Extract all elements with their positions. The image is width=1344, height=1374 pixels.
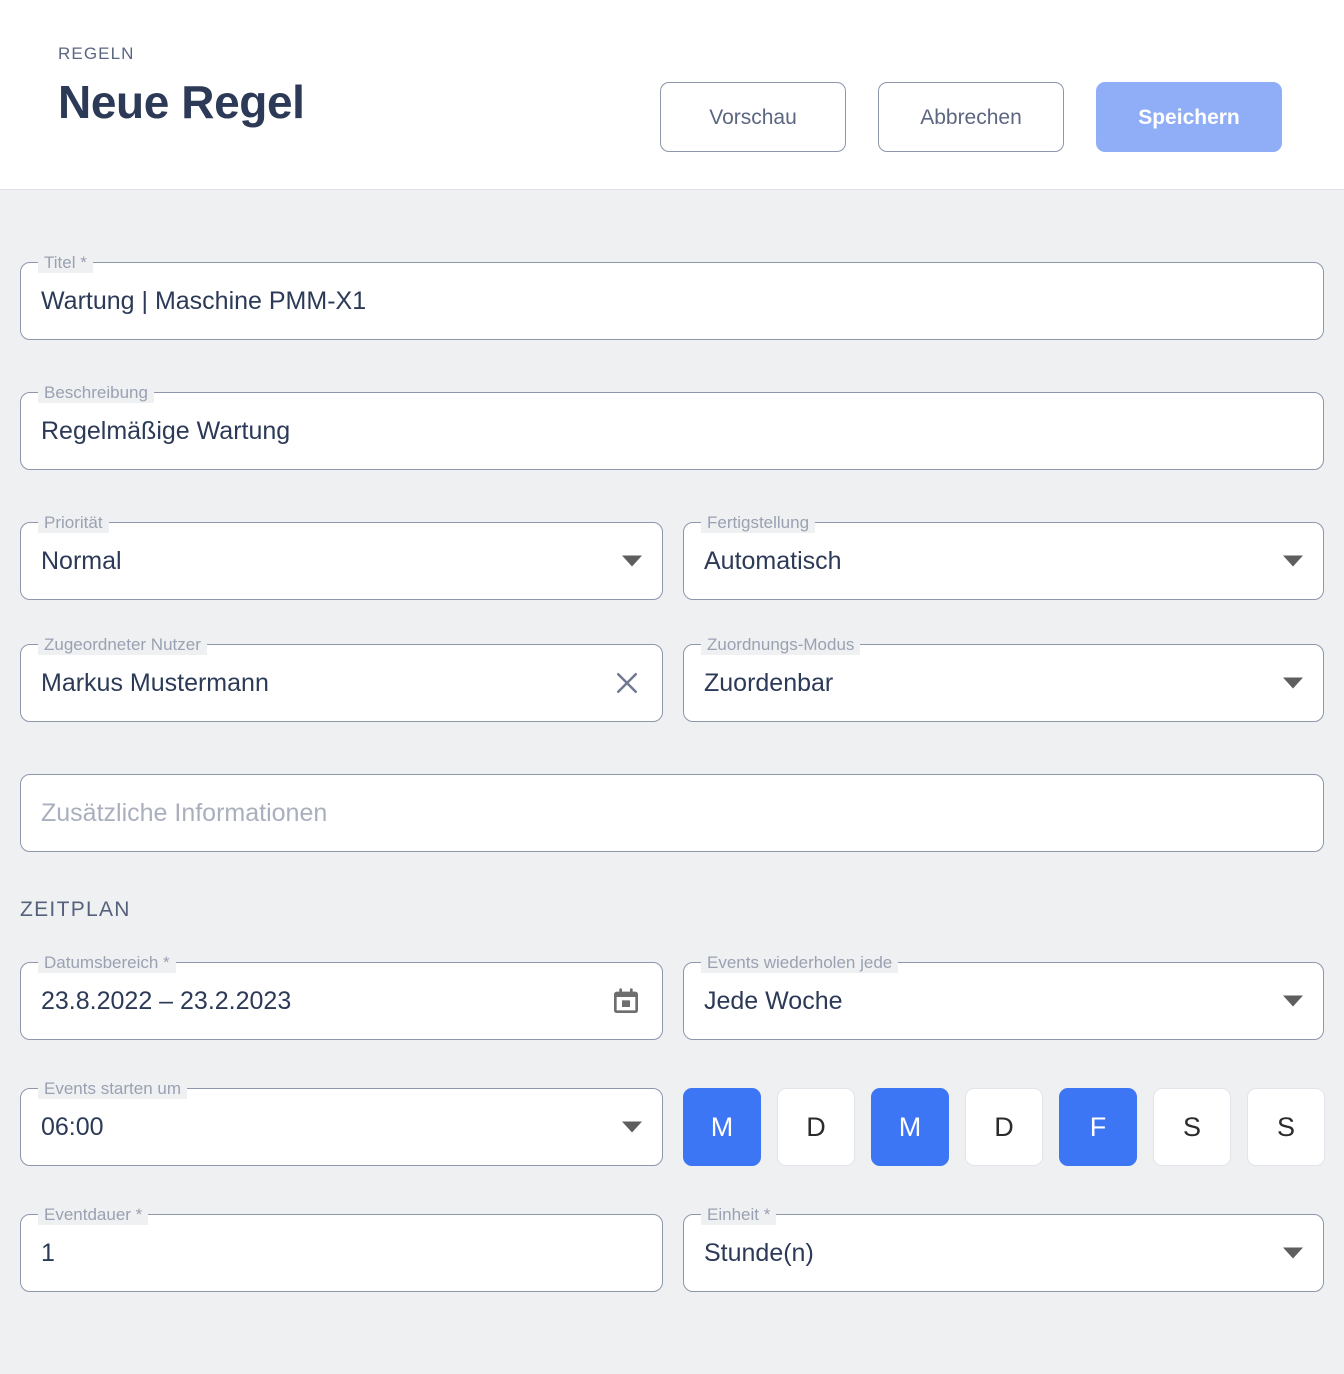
title-field-value: Wartung | Maschine PMM-X1 [41,286,367,315]
weekday-toggle-3[interactable]: D [965,1088,1043,1166]
assignment-mode-field[interactable]: Zuordnungs-Modus Zuordenbar [683,635,1324,722]
start-time-weekday-row: Events starten um 06:00 MDMDFSS [20,1079,1325,1166]
additional-info-field[interactable]: Zusätzliche Informationen [20,774,1324,852]
priority-dropdown-trail [622,555,642,567]
event-duration-field-value: 1 [41,1238,55,1267]
close-icon[interactable] [612,668,642,698]
chevron-down-icon[interactable] [1283,555,1303,567]
completion-field-value: Automatisch [704,546,842,575]
preview-button[interactable]: Vorschau [660,82,846,152]
weekday-toggle-1[interactable]: D [777,1088,855,1166]
completion-field[interactable]: Fertigstellung Automatisch [683,513,1324,600]
assigned-user-field-label: Zugeordneter Nutzer [38,635,207,655]
additional-info-row: Zusätzliche Informationen [20,774,1324,852]
priority-completion-row: Priorität Normal Fertigstellung Automati… [20,513,1324,600]
breadcrumb: REGELN [58,44,135,63]
weekday-toggle-4[interactable]: F [1059,1088,1137,1166]
assigned-user-field-value: Markus Mustermann [41,668,269,697]
date-range-field[interactable]: Datumsbereich * 23.8.2022 – 23.2.2023 [20,953,663,1040]
chevron-down-icon[interactable] [1283,995,1303,1007]
chevron-down-icon[interactable] [622,555,642,567]
description-field-label: Beschreibung [38,383,154,403]
assignment-row: Zugeordneter Nutzer Markus Mustermann Zu… [20,635,1324,722]
weekday-toggle-6[interactable]: S [1247,1088,1325,1166]
date-range-field-value: 23.8.2022 – 23.2.2023 [41,986,292,1015]
chevron-down-icon[interactable] [1283,677,1303,689]
unit-field[interactable]: Einheit * Stunde(n) [683,1205,1324,1292]
weekday-toggle-group: MDMDFSS [683,1088,1325,1166]
assignment-mode-dropdown-trail [1283,677,1303,689]
start-time-field[interactable]: Events starten um 06:00 [20,1079,663,1166]
date-range-field-label: Datumsbereich * [38,953,176,973]
completion-dropdown-trail [1283,555,1303,567]
unit-dropdown-trail [1283,1247,1303,1259]
event-duration-field-label: Eventdauer * [38,1205,149,1225]
completion-field-label: Fertigstellung [701,513,816,533]
assignment-mode-field-value: Zuordenbar [704,668,834,697]
header-actions: Vorschau Abbrechen Speichern [660,82,1282,152]
weekday-toggle-0[interactable]: M [683,1088,761,1166]
chevron-down-icon[interactable] [1283,1247,1303,1259]
event-duration-field[interactable]: Eventdauer * 1 [20,1205,663,1292]
repeat-interval-field-value: Jede Woche [704,986,843,1015]
repeat-interval-field-label: Events wiederholen jede [701,953,899,973]
rule-form: Titel * Wartung | Maschine PMM-X1 Beschr… [0,190,1344,1292]
priority-field[interactable]: Priorität Normal [20,513,663,600]
start-time-field-label: Events starten um [38,1079,188,1099]
repeat-interval-field[interactable]: Events wiederholen jede Jede Woche [683,953,1324,1040]
page-header: REGELN Neue Regel Vorschau Abbrechen Spe… [0,0,1344,190]
description-field[interactable]: Beschreibung Regelmäßige Wartung [20,383,1324,470]
start-time-dropdown-trail [622,1121,642,1133]
start-time-field-value: 06:00 [41,1112,104,1141]
weekday-toggle-5[interactable]: S [1153,1088,1231,1166]
unit-field-value: Stunde(n) [704,1238,814,1267]
description-field-value: Regelmäßige Wartung [41,416,291,445]
cancel-button[interactable]: Abbrechen [878,82,1064,152]
chevron-down-icon[interactable] [622,1121,642,1133]
save-button[interactable]: Speichern [1096,82,1282,152]
date-range-trail [610,985,642,1017]
priority-field-value: Normal [41,546,122,575]
assignment-mode-field-label: Zuordnungs-Modus [701,635,861,655]
additional-info-placeholder: Zusätzliche Informationen [41,798,328,827]
description-row: Beschreibung Regelmäßige Wartung [20,383,1324,470]
weekday-toggle-2[interactable]: M [871,1088,949,1166]
header-title-group: REGELN Neue Regel [58,44,305,127]
title-row: Titel * Wartung | Maschine PMM-X1 [20,253,1324,340]
repeat-interval-dropdown-trail [1283,995,1303,1007]
duration-unit-row: Eventdauer * 1 Einheit * Stunde(n) [20,1205,1324,1292]
priority-field-label: Priorität [38,513,109,533]
title-field-label: Titel * [38,253,93,273]
calendar-icon[interactable] [610,985,642,1017]
date-repeat-row: Datumsbereich * 23.8.2022 – 23.2.2023 Ev… [20,953,1324,1040]
unit-field-label: Einheit * [701,1205,777,1225]
assigned-user-field[interactable]: Zugeordneter Nutzer Markus Mustermann [20,635,663,722]
assigned-user-trail [612,668,642,698]
schedule-section-header: ZEITPLAN [20,898,131,921]
title-field[interactable]: Titel * Wartung | Maschine PMM-X1 [20,253,1324,340]
page-title: Neue Regel [58,76,305,129]
